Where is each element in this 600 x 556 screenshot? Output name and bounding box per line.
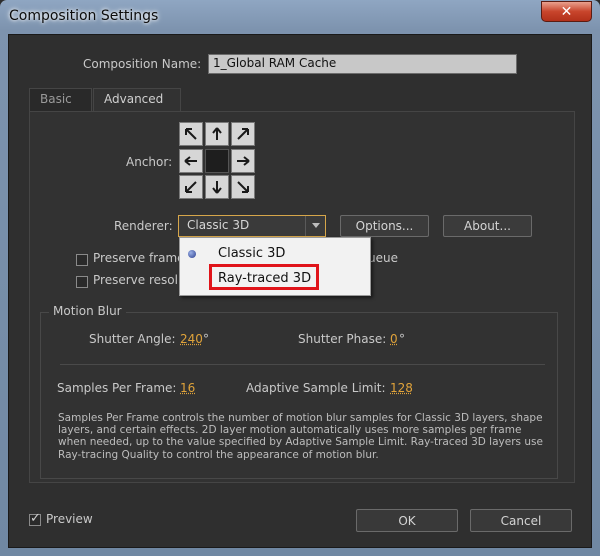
arrow-right-icon [237,155,250,166]
samples-per-frame-value[interactable]: 16 [180,381,195,395]
anchor-bottom-right-button[interactable] [231,175,255,200]
anchor-bottom-left-button[interactable] [179,175,203,200]
preserve-frame-checkbox[interactable] [76,254,88,266]
adaptive-sample-limit-label: Adaptive Sample Limit: [246,381,386,395]
arrow-left-icon [184,155,197,166]
about-button[interactable]: About... [443,215,532,237]
cancel-button[interactable]: Cancel [470,509,572,532]
preserve-frame-label-suffix: ueue [368,251,398,265]
title-bar[interactable]: Composition Settings ✕ [0,0,600,34]
shutter-angle-unit: ° [203,332,209,346]
window-title: Composition Settings [9,8,159,24]
dialog-window: Composition Settings ✕ Composition Name:… [0,0,600,556]
renderer-label: Renderer: [114,219,173,233]
arrow-up-right-icon [237,128,249,140]
menu-item-classic-3d[interactable]: Classic 3D [180,242,370,266]
anchor-left-button[interactable] [179,148,203,173]
anchor-top-left-button[interactable] [179,122,203,146]
chevron-down-icon [305,216,325,236]
ok-button[interactable]: OK [356,509,458,532]
shutter-angle-value[interactable]: 240 [180,332,203,346]
composition-name-input[interactable]: 1_Global RAM Cache [208,54,517,74]
anchor-right-button[interactable] [231,148,255,173]
anchor-top-right-button[interactable] [231,122,255,146]
anchor-label: Anchor: [126,155,173,169]
tab-basic[interactable]: Basic [29,88,92,112]
options-button[interactable]: Options... [340,215,429,237]
highlight-box [209,264,319,290]
arrow-up-left-icon [185,128,197,140]
close-icon: ✕ [560,3,573,20]
anchor-top-button[interactable] [205,122,229,146]
arrow-down-icon [212,181,222,194]
menu-item-label: Classic 3D [218,246,286,261]
samples-per-frame-label: Samples Per Frame: [57,381,177,395]
dialog-body: Composition Name: 1_Global RAM Cache Bas… [8,34,592,548]
anchor-grid [179,122,257,200]
adaptive-sample-limit-value[interactable]: 128 [390,381,413,395]
renderer-dropdown[interactable]: Classic 3D [178,215,326,237]
shutter-phase-value[interactable]: 0 [390,332,398,346]
arrow-down-right-icon [237,181,249,194]
tab-advanced[interactable]: Advanced [93,88,181,112]
arrow-down-left-icon [185,181,197,194]
preserve-resolution-checkbox[interactable] [76,276,88,288]
preview-label: Preview [46,512,93,526]
anchor-bottom-button[interactable] [205,175,229,200]
anchor-center-button[interactable] [205,148,229,173]
preserve-frame-label: Preserve frame [93,251,185,265]
composition-name-label: Composition Name: [83,57,202,71]
arrow-up-icon [212,127,222,140]
preserve-resolution-label: Preserve resol [93,273,178,287]
renderer-selected-value: Classic 3D [187,218,250,232]
radio-selected-icon [188,250,196,258]
motion-blur-title: Motion Blur [49,304,126,318]
shutter-phase-unit: ° [399,332,405,346]
motion-blur-description: Samples Per Frame controls the number of… [58,412,543,461]
motion-blur-divider [60,364,545,365]
preview-checkbox[interactable] [29,511,41,526]
shutter-angle-label: Shutter Angle: [89,332,176,346]
close-button[interactable]: ✕ [541,1,592,22]
shutter-phase-label: Shutter Phase: [298,332,387,346]
